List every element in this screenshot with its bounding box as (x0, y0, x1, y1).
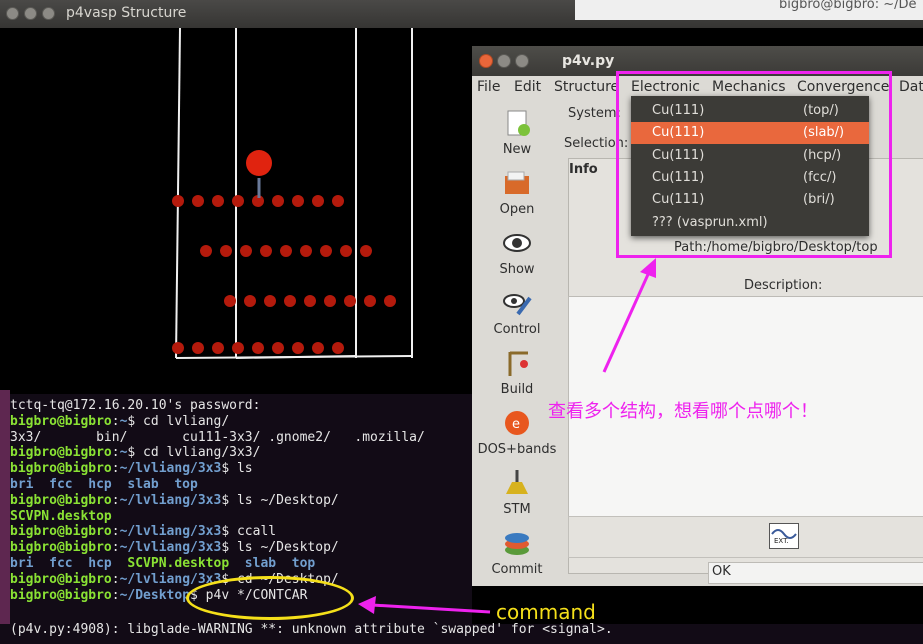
cu-atom (332, 342, 344, 354)
toolbar: New Open Show Control Build e DOS+bands … (472, 100, 564, 586)
structure-3d-view[interactable] (10, 27, 472, 394)
maximize-icon[interactable] (42, 7, 55, 20)
cu-atom (200, 245, 212, 257)
cu-atom (280, 245, 292, 257)
launcher-strip (0, 390, 10, 644)
terminal-line: bigbro@bigbro:~$ cd lvliang/ (10, 413, 230, 429)
cu-atom (232, 195, 244, 207)
cu-atom (292, 342, 304, 354)
cu-atom (212, 342, 224, 354)
cu-atom (344, 295, 356, 307)
minimize-icon[interactable] (24, 7, 37, 20)
cu-atom (364, 295, 376, 307)
terminal-line: bri fcc hcp SCVPN.desktop slab top (10, 556, 316, 571)
cu-atom (272, 195, 284, 207)
cu-atom (324, 295, 336, 307)
terminal-bottom: (p4v.py:4908): libglade-WARNING **: unkn… (0, 622, 923, 644)
cu-atom (224, 295, 236, 307)
cu-atom (192, 342, 204, 354)
command-highlight-ellipse (186, 576, 354, 620)
cu-atom (332, 195, 344, 207)
terminal-line: 3x3/ bin/ cu111-3x3/ .gnome2/ .mozilla/ (10, 429, 425, 445)
cu-atom (172, 342, 184, 354)
cu-atom (284, 295, 296, 307)
terminal-line: SCVPN.desktop (10, 508, 112, 524)
cu-atom (240, 245, 252, 257)
control-eye-wrench-icon (502, 288, 532, 318)
command-annotation: command (496, 600, 596, 624)
show-button[interactable]: Show (472, 228, 562, 277)
cu-atom (244, 295, 256, 307)
cu-atom (192, 195, 204, 207)
terminal-warning-line: (p4v.py:4908): libglade-WARNING **: unkn… (10, 622, 613, 637)
cu-atom (264, 295, 276, 307)
structure-window-title: p4vasp Structure (66, 5, 187, 21)
annotation-box (616, 71, 892, 258)
annotation-arrow-magenta (602, 258, 656, 373)
cu-atom (384, 295, 396, 307)
adsorbate-atom (246, 150, 272, 176)
structure-svg (172, 27, 413, 359)
terminal-line: bigbro@bigbro:~/lvliang/3x3$ ls ~/Deskto… (10, 540, 339, 556)
terminal-line: bigbro@bigbro:~/lvliang/3x3$ ls (10, 461, 253, 477)
cu-atom (232, 342, 244, 354)
terminal-line: tctq-tq@172.16.20.10's password: (10, 398, 261, 413)
cu-atom (260, 245, 272, 257)
p4v-title: p4v.py (562, 53, 615, 69)
maximize-icon[interactable] (515, 54, 529, 68)
close-icon[interactable] (479, 54, 493, 68)
cu-atom (300, 245, 312, 257)
cu-atom (220, 245, 232, 257)
cu-atom (312, 195, 324, 207)
annotation-note: 查看多个结构，想看哪个点哪个！ (548, 401, 818, 422)
build-button[interactable]: Build (472, 348, 562, 397)
cu-atom (304, 295, 316, 307)
minimize-icon[interactable] (497, 54, 511, 68)
terminal-line: bigbro@bigbro:~$ cd lvliang/3x3/ (10, 445, 261, 461)
stm-icon (502, 468, 532, 498)
terminal-line: bigbro@bigbro:~/lvliang/3x3$ ls ~/Deskto… (10, 492, 339, 508)
background-terminal-title: bigbro@bigbro: ~/De (575, 0, 923, 20)
cu-atom (272, 342, 284, 354)
atoms-group (172, 195, 396, 354)
eye-icon (502, 228, 532, 258)
commit-icon (502, 528, 532, 558)
system-label: System: (568, 106, 621, 121)
menu-data[interactable]: Dat (899, 79, 923, 95)
dos-bands-icon: e (502, 408, 532, 438)
cu-atom (172, 195, 184, 207)
cu-atom (312, 342, 324, 354)
menu-structure[interactable]: Structure (554, 79, 619, 95)
cu-atom (340, 245, 352, 257)
unit-cell-frame (175, 27, 413, 359)
description-label: Description: (744, 278, 823, 293)
cu-atom (360, 245, 372, 257)
menu-edit[interactable]: Edit (514, 79, 541, 95)
control-button[interactable]: Control (472, 288, 562, 337)
terminal-line: bri fcc hcp slab top (10, 477, 198, 492)
stm-button[interactable]: STM (472, 468, 562, 517)
commit-button[interactable]: Commit (472, 528, 562, 577)
terminal-line: bigbro@bigbro:~/lvliang/3x3$ ccall (10, 524, 277, 540)
new-button[interactable]: New (472, 108, 562, 157)
close-icon[interactable] (6, 7, 19, 20)
cu-atom (212, 195, 224, 207)
ok-field[interactable]: OK (708, 562, 923, 584)
svg-text:e: e (512, 417, 520, 432)
info-label: Info (569, 162, 598, 177)
open-button[interactable]: Open (472, 168, 562, 217)
cu-atom (252, 342, 264, 354)
new-icon (502, 108, 532, 138)
annotation-arrow-command (358, 596, 491, 614)
crane-icon (502, 348, 532, 378)
open-folder-icon (502, 168, 532, 198)
ext-button-area: EXT. (568, 516, 923, 558)
cu-atom (292, 195, 304, 207)
menu-file[interactable]: File (477, 79, 500, 95)
cu-atom (320, 245, 332, 257)
ext-button[interactable]: EXT. (769, 523, 799, 549)
